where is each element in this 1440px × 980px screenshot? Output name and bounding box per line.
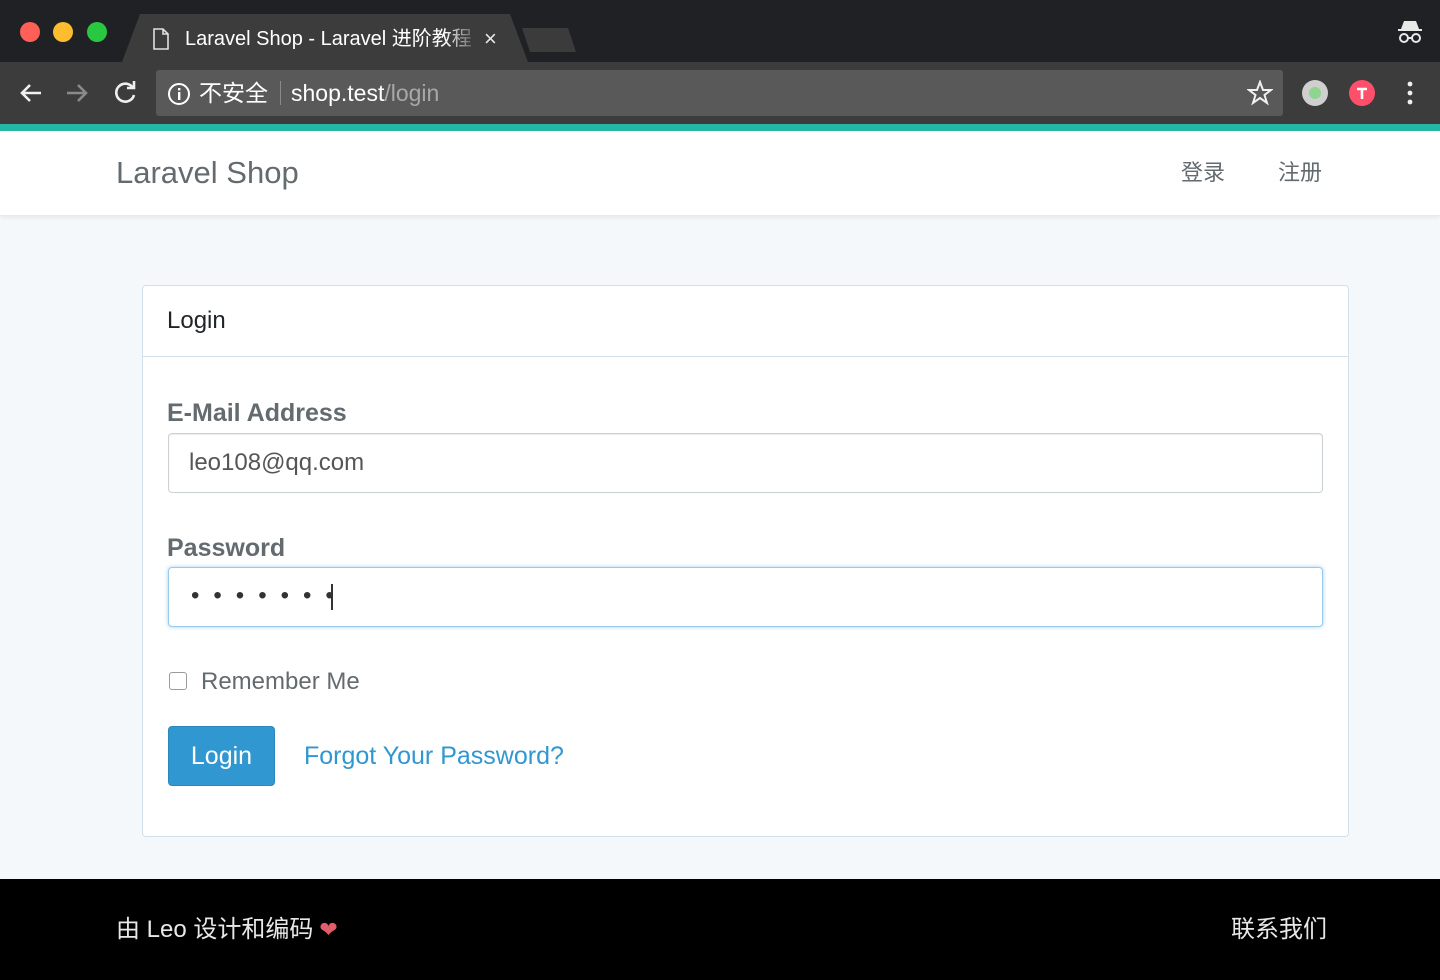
nav-register-link[interactable]: 注册 xyxy=(1278,158,1322,188)
maximize-window-button[interactable] xyxy=(87,22,107,42)
browser-titlebar: Laravel Shop - Laravel 进阶教程 × xyxy=(0,0,1440,62)
login-card: Login E-Mail Address leo108@qq.com Passw… xyxy=(142,285,1349,837)
accent-line xyxy=(0,124,1440,131)
card-title: Login xyxy=(167,307,226,334)
email-field[interactable]: leo108@qq.com xyxy=(168,433,1323,493)
remember-checkbox[interactable] xyxy=(169,672,187,690)
url-path: /login xyxy=(384,80,440,106)
info-icon[interactable] xyxy=(167,82,191,106)
email-value: leo108@qq.com xyxy=(189,449,365,476)
back-icon[interactable] xyxy=(16,78,46,108)
nav-login-link[interactable]: 登录 xyxy=(1181,158,1225,188)
address-bar[interactable]: 不安全 shop.test/login xyxy=(156,70,1283,116)
url-separator xyxy=(280,81,281,105)
site-footer: 由 Leo 设计和编码 ❤ 联系我们 xyxy=(0,879,1440,980)
new-tab-button[interactable] xyxy=(522,28,576,52)
tab-title: Laravel Shop - Laravel 进阶教程 xyxy=(185,28,472,50)
browser-tab[interactable]: Laravel Shop - Laravel 进阶教程 × xyxy=(122,14,528,62)
footer-credit: 由 Leo 设计和编码 ❤ xyxy=(116,915,338,945)
password-label: Password xyxy=(167,534,286,562)
browser-toolbar: 不安全 shop.test/login xyxy=(0,62,1440,124)
minimize-window-button[interactable] xyxy=(53,22,73,42)
forgot-password-link[interactable]: Forgot Your Password? xyxy=(304,741,564,771)
close-icon[interactable]: × xyxy=(484,26,497,52)
footer-credit-text: 由 Leo 设计和编码 xyxy=(116,916,314,943)
remember-label[interactable]: Remember Me xyxy=(201,667,360,697)
star-icon[interactable] xyxy=(1247,80,1273,106)
security-label[interactable]: 不安全 xyxy=(199,80,268,106)
password-value: ••••••• xyxy=(191,582,348,609)
email-label: E-Mail Address xyxy=(167,399,347,427)
forward-icon[interactable] xyxy=(62,78,92,108)
menu-icon[interactable] xyxy=(1404,80,1416,106)
extension-icon[interactable] xyxy=(1349,80,1375,106)
text-caret xyxy=(331,584,333,610)
site-brand[interactable]: Laravel Shop xyxy=(116,155,299,191)
extension-icon[interactable] xyxy=(1302,80,1328,106)
heart-icon: ❤ xyxy=(319,917,338,942)
card-header: Login xyxy=(143,286,1348,357)
password-field[interactable]: ••••••• xyxy=(168,567,1323,627)
site-navbar: Laravel Shop 登录 注册 xyxy=(0,131,1440,216)
incognito-icon xyxy=(1398,21,1422,43)
login-button[interactable]: Login xyxy=(168,726,275,786)
url-text[interactable]: shop.test/login xyxy=(291,80,439,106)
document-icon xyxy=(153,28,169,50)
reload-icon[interactable] xyxy=(110,78,140,108)
contact-link[interactable]: 联系我们 xyxy=(1231,915,1327,945)
url-host: shop.test xyxy=(291,80,385,106)
close-window-button[interactable] xyxy=(20,22,40,42)
